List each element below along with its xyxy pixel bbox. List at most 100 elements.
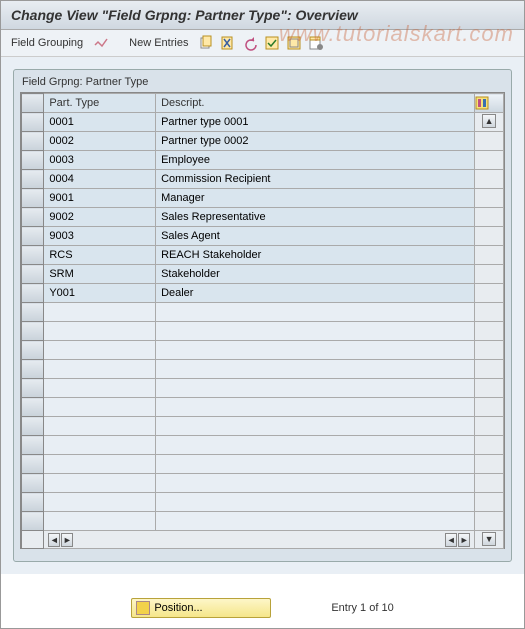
- scroll-up-icon[interactable]: ▲: [482, 114, 496, 128]
- row-marker[interactable]: [22, 151, 44, 170]
- row-marker[interactable]: [22, 455, 44, 474]
- table-row[interactable]: [22, 474, 504, 493]
- vertical-scrollbar-track[interactable]: [475, 246, 504, 265]
- row-marker[interactable]: [22, 322, 44, 341]
- cell-part-type[interactable]: [44, 493, 156, 512]
- cell-descript[interactable]: Sales Representative: [156, 208, 475, 227]
- cell-descript[interactable]: [156, 341, 475, 360]
- vertical-scrollbar-track[interactable]: [475, 417, 504, 436]
- undo-icon[interactable]: [242, 35, 258, 51]
- table-row[interactable]: [22, 379, 504, 398]
- table-row[interactable]: [22, 417, 504, 436]
- cell-descript[interactable]: [156, 360, 475, 379]
- cell-part-type[interactable]: 9003: [44, 227, 156, 246]
- cell-descript[interactable]: [156, 474, 475, 493]
- table-row[interactable]: RCSREACH Stakeholder: [22, 246, 504, 265]
- table-row[interactable]: [22, 436, 504, 455]
- cell-part-type[interactable]: 9001: [44, 189, 156, 208]
- cell-descript[interactable]: [156, 417, 475, 436]
- row-marker[interactable]: [22, 170, 44, 189]
- cell-descript[interactable]: Manager: [156, 189, 475, 208]
- vertical-scrollbar-track[interactable]: [475, 398, 504, 417]
- table-row[interactable]: [22, 341, 504, 360]
- table-row[interactable]: SRMStakeholder: [22, 265, 504, 284]
- copy-icon[interactable]: [198, 35, 214, 51]
- deselect-all-icon[interactable]: [286, 35, 302, 51]
- row-marker[interactable]: [22, 113, 44, 132]
- cell-descript[interactable]: [156, 379, 475, 398]
- cell-descript[interactable]: [156, 493, 475, 512]
- cell-part-type[interactable]: SRM: [44, 265, 156, 284]
- vertical-scrollbar-track[interactable]: [475, 170, 504, 189]
- cell-descript[interactable]: [156, 322, 475, 341]
- cell-part-type[interactable]: Y001: [44, 284, 156, 303]
- row-marker[interactable]: [22, 436, 44, 455]
- cell-part-type[interactable]: [44, 398, 156, 417]
- table-row[interactable]: 0004Commission Recipient: [22, 170, 504, 189]
- row-marker[interactable]: [22, 284, 44, 303]
- cell-part-type[interactable]: [44, 474, 156, 493]
- new-entries-label[interactable]: New Entries: [129, 37, 188, 49]
- cell-descript[interactable]: Stakeholder: [156, 265, 475, 284]
- delete-icon[interactable]: [220, 35, 236, 51]
- cell-part-type[interactable]: 9002: [44, 208, 156, 227]
- cell-part-type[interactable]: [44, 360, 156, 379]
- row-marker[interactable]: [22, 379, 44, 398]
- cell-part-type[interactable]: 0002: [44, 132, 156, 151]
- row-marker[interactable]: [22, 360, 44, 379]
- cell-descript[interactable]: [156, 398, 475, 417]
- scroll-right-end-icon[interactable]: ►: [458, 533, 470, 547]
- cell-part-type[interactable]: [44, 379, 156, 398]
- vertical-scrollbar-track[interactable]: [475, 360, 504, 379]
- table-row[interactable]: [22, 493, 504, 512]
- cell-part-type[interactable]: 0004: [44, 170, 156, 189]
- table-row[interactable]: [22, 360, 504, 379]
- cell-part-type[interactable]: [44, 303, 156, 322]
- table-row[interactable]: 9003Sales Agent: [22, 227, 504, 246]
- row-marker[interactable]: [22, 227, 44, 246]
- scroll-left-end-icon[interactable]: ◄: [445, 533, 457, 547]
- cell-descript[interactable]: Dealer: [156, 284, 475, 303]
- table-row[interactable]: Y001Dealer: [22, 284, 504, 303]
- vertical-scrollbar-track[interactable]: [475, 208, 504, 227]
- cell-descript[interactable]: [156, 512, 475, 531]
- cell-part-type[interactable]: RCS: [44, 246, 156, 265]
- vertical-scrollbar-track[interactable]: [475, 322, 504, 341]
- select-all-icon[interactable]: [264, 35, 280, 51]
- table-row[interactable]: 0002Partner type 0002: [22, 132, 504, 151]
- table-row[interactable]: [22, 322, 504, 341]
- scroll-down-icon[interactable]: ▼: [482, 532, 496, 546]
- cell-descript[interactable]: Partner type 0002: [156, 132, 475, 151]
- cell-part-type[interactable]: 0001: [44, 113, 156, 132]
- row-marker[interactable]: [22, 189, 44, 208]
- vertical-scrollbar-track[interactable]: [475, 436, 504, 455]
- vertical-scrollbar-track[interactable]: [475, 284, 504, 303]
- table-row[interactable]: [22, 512, 504, 531]
- cell-part-type[interactable]: [44, 417, 156, 436]
- row-marker[interactable]: [22, 265, 44, 284]
- table-config-icon[interactable]: [475, 94, 504, 113]
- cell-part-type[interactable]: 0003: [44, 151, 156, 170]
- expand-icon[interactable]: [93, 35, 109, 51]
- cell-descript[interactable]: Employee: [156, 151, 475, 170]
- vertical-scrollbar-track[interactable]: [475, 303, 504, 322]
- cell-descript[interactable]: Commission Recipient: [156, 170, 475, 189]
- row-marker-header[interactable]: [22, 94, 44, 113]
- cell-descript[interactable]: [156, 303, 475, 322]
- column-header-part-type[interactable]: Part. Type: [44, 94, 156, 113]
- vertical-scrollbar-track[interactable]: [475, 493, 504, 512]
- row-marker[interactable]: [22, 303, 44, 322]
- table-row[interactable]: 0003Employee: [22, 151, 504, 170]
- row-marker[interactable]: [22, 474, 44, 493]
- vertical-scrollbar-track[interactable]: [475, 265, 504, 284]
- table-row[interactable]: [22, 455, 504, 474]
- row-marker[interactable]: [22, 246, 44, 265]
- vertical-scrollbar-track[interactable]: [475, 379, 504, 398]
- vertical-scrollbar-track[interactable]: [475, 512, 504, 531]
- table-row[interactable]: [22, 303, 504, 322]
- vertical-scrollbar-track[interactable]: [475, 341, 504, 360]
- cell-descript[interactable]: Partner type 0001: [156, 113, 475, 132]
- cell-descript[interactable]: [156, 455, 475, 474]
- table-row[interactable]: 9001Manager: [22, 189, 504, 208]
- vertical-scrollbar-track[interactable]: [475, 455, 504, 474]
